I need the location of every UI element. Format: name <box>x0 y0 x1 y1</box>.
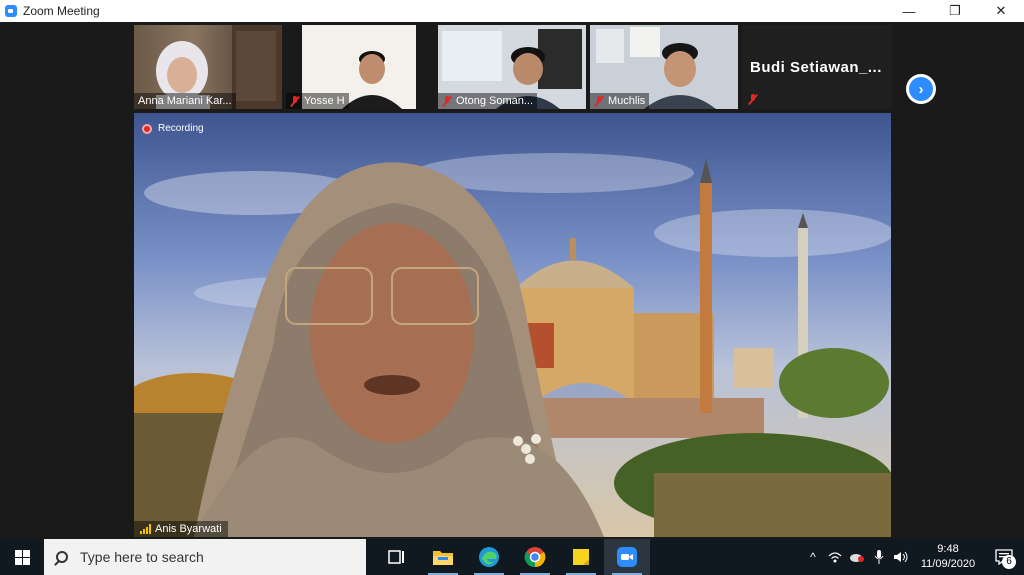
taskbar-search-box[interactable]: Type here to search <box>44 539 366 575</box>
file-explorer-button[interactable] <box>420 539 466 575</box>
restore-button[interactable]: ❐ <box>932 0 978 22</box>
notification-count-badge: 6 <box>1002 555 1016 569</box>
search-icon <box>56 551 68 563</box>
record-dot-icon <box>142 123 152 134</box>
next-page-button[interactable]: › <box>906 74 936 104</box>
minimize-button[interactable]: — <box>886 0 932 22</box>
sticky-notes-icon <box>573 549 589 565</box>
active-speaker-name-label: Anis Byarwati <box>134 521 228 537</box>
muted-mic-icon <box>290 95 300 107</box>
action-center-button[interactable]: 6 <box>984 539 1024 575</box>
windows-taskbar: Type here to search ^ 9:48 11/09/2020 6 <box>0 539 1024 575</box>
wifi-icon <box>828 552 842 563</box>
show-hidden-icons-button[interactable]: ^ <box>802 539 824 575</box>
participant-tile[interactable]: Muchlis <box>590 25 738 109</box>
clock-date: 11/09/2020 <box>920 558 976 570</box>
microphone-button[interactable] <box>868 539 890 575</box>
volume-button[interactable] <box>890 539 912 575</box>
participant-tile[interactable]: Yosse H <box>286 25 434 109</box>
participant-name-label: Anna Mariani Kar... <box>134 93 236 109</box>
chevron-up-icon: ^ <box>810 550 816 564</box>
speaker-video-frame <box>134 113 891 537</box>
task-view-button[interactable] <box>374 539 420 575</box>
zoom-taskbar-button[interactable] <box>604 539 650 575</box>
window-title-bar: Zoom Meeting — ❐ ✕ <box>0 0 1024 22</box>
zoom-app-icon <box>5 5 17 17</box>
zoom-icon <box>617 547 637 567</box>
edge-icon <box>479 547 499 567</box>
network-button[interactable] <box>824 539 846 575</box>
edge-browser-button[interactable] <box>466 539 512 575</box>
participant-tile-no-video[interactable]: Budi Setiawan_... <box>742 25 892 109</box>
zoom-tray-button[interactable] <box>846 539 868 575</box>
system-tray: ^ 9:48 11/09/2020 6 <box>802 539 1024 575</box>
muted-mic-icon <box>442 95 452 107</box>
window-controls: — ❐ ✕ <box>886 0 1024 22</box>
active-speaker-video[interactable]: Recording Anis Byarwati <box>134 113 891 537</box>
muted-mic-icon <box>748 94 758 105</box>
participant-name: Budi Setiawan_... <box>750 59 882 76</box>
participant-strip: Anna Mariani Kar... Yosse H Otong Soman.… <box>0 22 1024 110</box>
taskbar-apps <box>374 539 650 575</box>
recording-indicator: Recording <box>142 123 204 134</box>
microphone-icon <box>874 550 884 564</box>
chevron-right-icon: › <box>909 77 933 101</box>
windows-logo-icon <box>14 549 30 565</box>
participant-name-label: Muchlis <box>590 93 650 109</box>
taskbar-clock[interactable]: 9:48 11/09/2020 <box>912 542 984 572</box>
start-button[interactable] <box>0 539 44 575</box>
close-button[interactable]: ✕ <box>978 0 1024 22</box>
folder-icon <box>433 551 453 565</box>
muted-mic-icon <box>594 95 604 107</box>
participant-name-label: Otong Soman... <box>438 93 538 109</box>
chrome-browser-button[interactable] <box>512 539 558 575</box>
participant-tile[interactable]: Otong Soman... <box>438 25 586 109</box>
participant-name-label: Yosse H <box>286 93 349 109</box>
cloud-record-icon <box>850 554 864 562</box>
chrome-icon <box>524 547 546 568</box>
signal-bars-icon <box>140 524 151 534</box>
search-placeholder: Type here to search <box>80 549 204 565</box>
participant-tile[interactable]: Anna Mariani Kar... <box>134 25 282 109</box>
task-view-icon <box>388 550 404 564</box>
clock-time: 9:48 <box>937 543 959 555</box>
sticky-notes-button[interactable] <box>558 539 604 575</box>
window-title: Zoom Meeting <box>23 4 100 18</box>
speaker-icon <box>894 551 908 563</box>
